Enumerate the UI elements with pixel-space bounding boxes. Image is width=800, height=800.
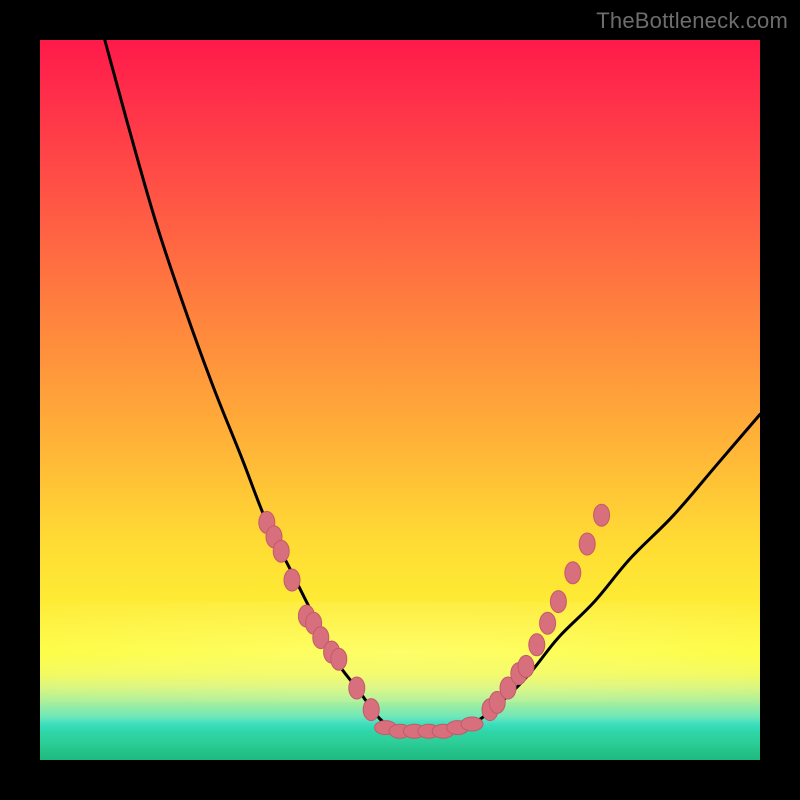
data-marker bbox=[284, 569, 300, 591]
markers-left bbox=[259, 511, 379, 720]
data-marker bbox=[518, 655, 534, 677]
data-marker bbox=[565, 562, 581, 584]
data-marker bbox=[540, 612, 556, 634]
data-marker bbox=[594, 504, 610, 526]
data-marker bbox=[579, 533, 595, 555]
markers-bottom bbox=[375, 717, 483, 738]
markers-right bbox=[482, 504, 610, 720]
data-marker bbox=[529, 634, 545, 656]
bottleneck-curve bbox=[105, 40, 760, 732]
chart-stage: TheBottleneck.com bbox=[0, 0, 800, 800]
data-marker bbox=[273, 540, 289, 562]
watermark-text: TheBottleneck.com bbox=[596, 8, 788, 34]
data-marker bbox=[331, 648, 347, 670]
plot-area bbox=[40, 40, 760, 760]
data-marker bbox=[349, 677, 365, 699]
data-marker bbox=[363, 699, 379, 721]
data-marker bbox=[461, 717, 483, 731]
chart-svg bbox=[40, 40, 760, 760]
data-marker bbox=[550, 591, 566, 613]
